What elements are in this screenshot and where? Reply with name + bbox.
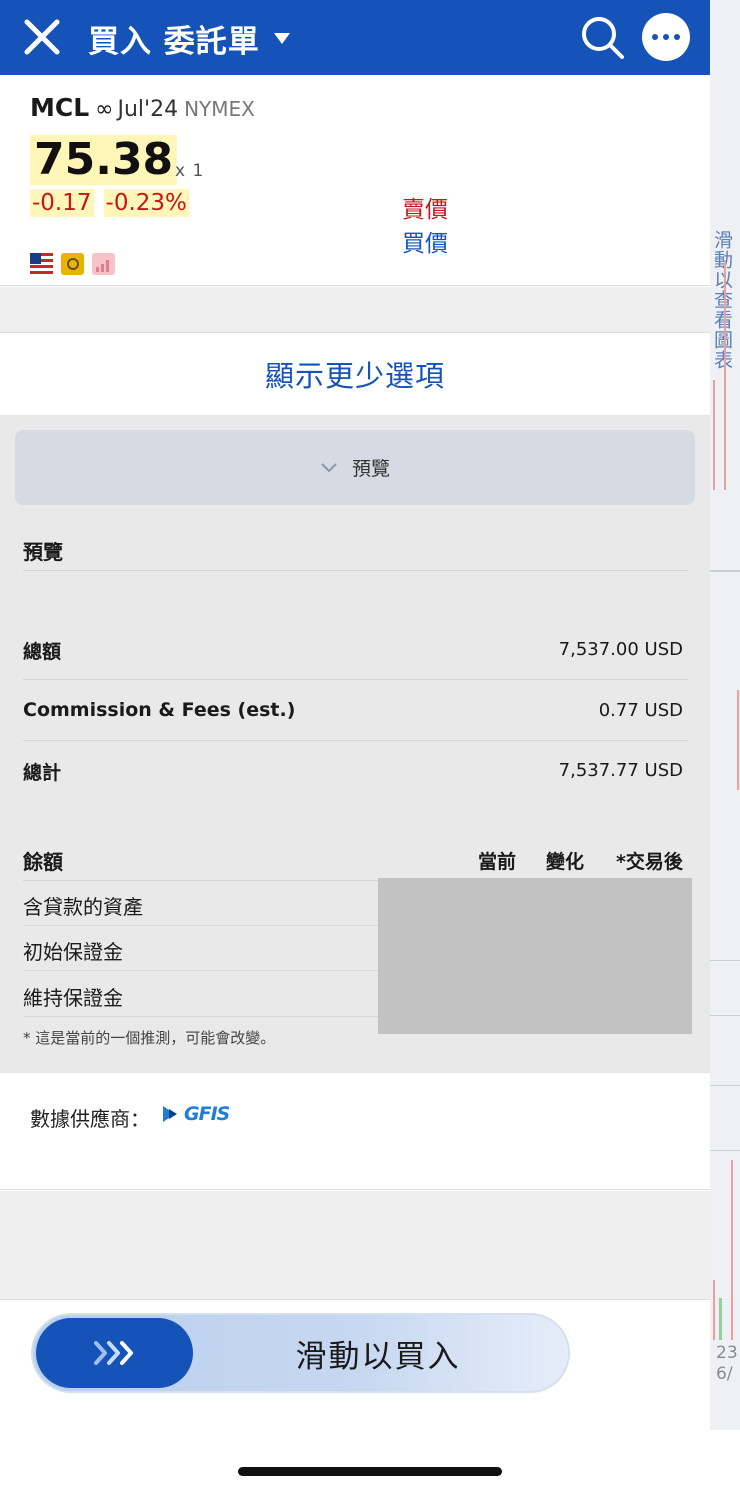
commission-label: Commission & Fees (est.) [23,699,296,721]
show-fewer-options-button[interactable]: 顯示更少選項 [0,333,710,415]
chevron-down-icon [321,462,337,472]
symbol: MCL [30,93,90,122]
chart-volume-bar [731,1160,733,1340]
section-spacer [0,1191,710,1300]
total-value: 7,537.77 USD [558,760,683,781]
gfis-mark-icon [163,1106,181,1122]
preview-toggle-label: 預覽 [351,458,390,480]
slide-to-buy-area: 滑動以買入 [0,1300,710,1493]
divider [23,679,688,680]
chart-candle [713,380,715,490]
total-label: 總計 [23,762,62,784]
gross-amount-label: 總額 [23,641,62,663]
continuous-contract-icon: ∞ [95,97,114,122]
chart-badge-icon [92,253,115,275]
data-provider: 數據供應商： GFIS [0,1073,710,1190]
divider [23,925,378,926]
preview-section-title: 預覽 [23,540,63,564]
provider-label: 數據供應商： [30,1107,150,1131]
status-badges [30,253,115,275]
column-current: 當前 [478,851,517,873]
chart-candle [737,690,739,790]
chart-candle [724,260,726,490]
chart-volume-bar [719,1298,722,1340]
column-post-trade: *交易後 [616,851,683,873]
divider [23,1016,378,1017]
chart-gridline [710,1150,740,1151]
chart-axis-labels: 23 6/ [716,1343,738,1385]
chart-volume-bar [713,1280,715,1340]
balances-title: 餘額 [23,850,63,874]
top-bar: 買入 委託單 [0,0,710,75]
column-change: 變化 [546,851,585,873]
price-change: -0.17 -0.23% [30,189,189,217]
chart-gridline [710,570,740,572]
bid-label[interactable]: 買價 [402,224,448,258]
balance-row-label: 初始保證金 [23,940,123,964]
slide-to-buy-slider[interactable]: 滑動以買入 [31,1313,570,1393]
ask-label[interactable]: 賣價 [402,190,448,224]
caret-down-icon [273,33,290,44]
chart-gridline [710,960,740,961]
masked-balance-values [378,878,692,1034]
chart-axis-label: 23 [716,1343,738,1363]
chart-side-panel[interactable]: 滑動以查看圖表 〈 [710,0,740,1430]
chevron-triple-right-icon [93,1341,133,1365]
divider [23,740,688,741]
position-size: x 1 [175,161,205,181]
divider [23,570,688,571]
change-value: -0.17 [30,189,94,217]
last-price: 75.38 [30,135,178,185]
change-percent: -0.23% [103,189,189,217]
clock-icon [61,253,84,275]
quote-panel: MCL ∞ Jul'24 NYMEX 75.38 x 1 -0.17 -0.23… [0,75,710,286]
contract-month: Jul'24 [117,97,179,122]
chart-gridline [710,1015,740,1016]
estimate-footnote: * 這是當前的一個推測，可能會改變。 [23,1029,276,1047]
gfis-logo-text: GFIS [184,1103,230,1125]
preview-panel: 預覽 預覽 總額 7,537.00 USD Commission & Fees … [0,415,710,1073]
balance-row-label: 維持保證金 [23,986,123,1010]
balance-row-label: 含貸款的資產 [23,895,143,919]
gross-amount-value: 7,537.00 USD [558,639,683,660]
more-options-icon[interactable] [642,13,690,61]
search-icon[interactable] [580,15,626,61]
preview-toggle-button[interactable]: 預覽 [15,430,695,505]
order-screen: 買入 委託單 MCL ∞ Jul'24 NYMEX 75.38 x 1 -0.1… [0,0,710,1493]
instrument-line[interactable]: MCL ∞ Jul'24 NYMEX [30,93,255,122]
order-type-selector[interactable]: 買入 委託單 [88,16,290,61]
section-spacer [0,287,710,333]
us-flag-icon [30,253,53,275]
divider [23,970,378,971]
chart-gridline [710,1085,740,1086]
page-title: 買入 委託單 [88,24,260,60]
home-indicator [238,1467,502,1476]
slider-label: 滑動以買入 [295,1338,461,1375]
slider-handle[interactable] [36,1318,193,1388]
exchange: NYMEX [184,97,255,121]
commission-value: 0.77 USD [598,700,683,721]
chart-axis-label: 6/ [716,1364,733,1384]
gfis-logo: GFIS [163,1103,230,1125]
close-icon[interactable] [22,17,62,57]
